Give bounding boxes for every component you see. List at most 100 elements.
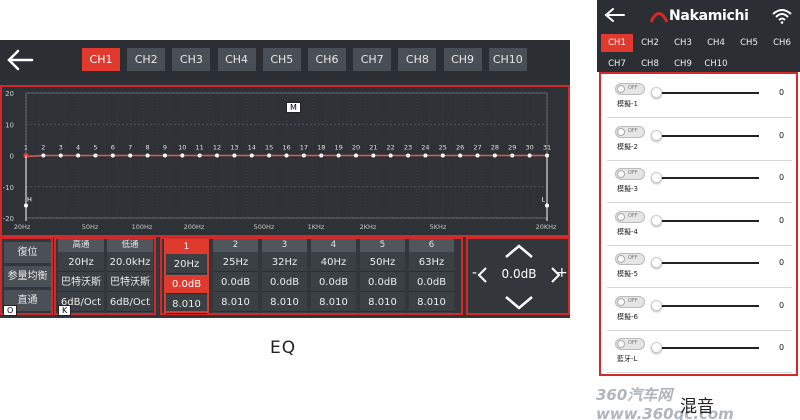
level-slider-track[interactable]: [659, 304, 759, 307]
highpass-type[interactable]: 巴特沃斯: [58, 273, 104, 292]
eq-band-5[interactable]: 5 50Hz 0.0dB 8.010: [360, 239, 405, 313]
level-slider-thumb[interactable]: [651, 257, 662, 268]
eq-band-1[interactable]: 1 20Hz 0.0dB 8.010: [164, 239, 209, 314]
band-gain[interactable]: 0.0dB: [311, 273, 356, 292]
eq-point[interactable]: [440, 153, 445, 158]
eq-point[interactable]: [353, 153, 358, 158]
eq-point[interactable]: [510, 153, 515, 158]
band-freq[interactable]: 50Hz: [360, 253, 405, 272]
mixer-tab-ch4[interactable]: CH4: [700, 34, 732, 52]
mixer-tab-ch1[interactable]: CH1: [601, 34, 633, 52]
lowpass-slope[interactable]: 6dB/Oct: [107, 293, 153, 312]
eq-tab-ch6[interactable]: CH6: [308, 48, 346, 71]
level-slider-track[interactable]: [659, 262, 759, 264]
eq-point[interactable]: [145, 153, 150, 158]
eq-point[interactable]: [371, 153, 376, 158]
param-eq-button[interactable]: 参量均衡: [4, 266, 51, 287]
back-arrow-icon[interactable]: [604, 7, 626, 23]
mixer-tab-ch6[interactable]: CH6: [766, 34, 798, 52]
eq-band-4[interactable]: 4 40Hz 0.0dB 8.010: [311, 239, 356, 313]
eq-point[interactable]: [249, 153, 254, 158]
band-gain[interactable]: 0.0dB: [166, 275, 207, 294]
eq-tab-ch10[interactable]: CH10: [488, 48, 527, 71]
eq-point[interactable]: [406, 153, 411, 158]
band-q[interactable]: 8.010: [409, 293, 454, 312]
eq-point[interactable]: [301, 153, 306, 158]
mute-toggle[interactable]: OFF: [615, 253, 645, 265]
eq-point[interactable]: [197, 153, 202, 158]
level-slider-track[interactable]: [659, 177, 759, 179]
eq-point[interactable]: [527, 153, 532, 158]
eq-graph[interactable]: 20 10 0 -10 -20 20Hz 50Hz 100Hz 200Hz 500Hz 1KHz 2K…: [0, 85, 570, 251]
mute-toggle[interactable]: OFF: [615, 83, 645, 95]
eq-point[interactable]: [215, 153, 220, 158]
band-freq[interactable]: 20Hz: [166, 255, 207, 274]
eq-point[interactable]: [492, 153, 497, 158]
band-freq[interactable]: 40Hz: [311, 253, 356, 272]
eq-point[interactable]: [475, 153, 480, 158]
level-slider-thumb[interactable]: [651, 87, 662, 98]
eq-point[interactable]: [41, 153, 46, 158]
eq-band-6[interactable]: 6 63Hz 0.0dB 8.010: [409, 239, 454, 313]
band-freq[interactable]: 63Hz: [409, 253, 454, 272]
mute-toggle[interactable]: OFF: [615, 210, 645, 223]
eq-point[interactable]: [388, 153, 393, 158]
mute-toggle[interactable]: OFF: [615, 125, 645, 138]
mixer-tab-ch7[interactable]: CH7: [601, 55, 633, 73]
level-slider-thumb[interactable]: [651, 342, 662, 353]
mixer-tab-ch3[interactable]: CH3: [667, 34, 699, 52]
highpass-marker[interactable]: [24, 203, 28, 208]
level-slider-thumb[interactable]: [651, 172, 662, 183]
back-arrow-icon[interactable]: [6, 49, 34, 71]
band-gain[interactable]: 0.0dB: [360, 273, 405, 292]
eq-point[interactable]: [58, 153, 63, 158]
eq-point[interactable]: [423, 153, 428, 158]
lowpass-type[interactable]: 巴特沃斯: [107, 273, 153, 292]
eq-tab-ch8[interactable]: CH8: [398, 48, 437, 71]
reset-button[interactable]: 復位: [4, 242, 51, 263]
band-freq[interactable]: 32Hz: [262, 253, 307, 272]
highpass-column[interactable]: 高通 20Hz 巴特沃斯 6dB/Oct: [58, 239, 104, 313]
eq-point[interactable]: [284, 153, 289, 158]
level-slider-thumb[interactable]: [651, 129, 662, 141]
band-q[interactable]: 8.010: [262, 293, 307, 312]
eq-point[interactable]: [76, 153, 81, 158]
lowpass-marker[interactable]: [545, 203, 549, 208]
eq-tab-ch4[interactable]: CH4: [217, 48, 256, 71]
mixer-tab-ch2[interactable]: CH2: [634, 34, 666, 52]
band-gain[interactable]: 0.0dB: [409, 273, 454, 292]
mixer-tab-ch8[interactable]: CH8: [634, 55, 666, 73]
level-slider-track[interactable]: [659, 92, 759, 94]
band-gain[interactable]: 0.0dB: [262, 273, 307, 292]
band-freq[interactable]: 25Hz: [213, 253, 258, 272]
eq-band-2[interactable]: 2 25Hz 0.0dB 8.010: [213, 239, 258, 313]
level-slider-track[interactable]: [659, 347, 759, 349]
mute-toggle[interactable]: OFF: [615, 168, 645, 180]
eq-tab-ch1[interactable]: CH1: [82, 48, 120, 71]
eq-point[interactable]: [180, 153, 185, 158]
eq-band-3[interactable]: 3 32Hz 0.0dB 8.010: [262, 239, 307, 313]
band-q[interactable]: 8.010: [213, 293, 258, 312]
lowpass-column[interactable]: 低通 20.0kHz 巴特沃斯 6dB/Oct: [107, 239, 153, 313]
down-chevron-icon[interactable]: [504, 295, 534, 311]
highpass-freq[interactable]: 20Hz: [58, 253, 104, 272]
eq-point[interactable]: [458, 153, 463, 158]
eq-tab-ch9[interactable]: CH9: [443, 48, 482, 71]
eq-point[interactable]: [162, 153, 167, 158]
eq-point[interactable]: [110, 153, 115, 158]
band-q[interactable]: 8.010: [360, 293, 405, 312]
mute-toggle[interactable]: OFF: [615, 338, 645, 350]
eq-tab-ch3[interactable]: CH3: [172, 48, 211, 71]
mute-toggle[interactable]: OFF: [615, 295, 645, 308]
eq-point[interactable]: [128, 153, 133, 158]
mixer-tab-ch5[interactable]: CH5: [733, 34, 765, 52]
eq-point[interactable]: [232, 153, 237, 158]
mixer-tab-ch10[interactable]: CH10: [700, 55, 732, 73]
eq-point[interactable]: [267, 153, 272, 158]
level-slider-track[interactable]: [659, 219, 759, 222]
increase-button[interactable]: +: [556, 265, 568, 281]
level-slider-thumb[interactable]: [651, 214, 662, 226]
level-slider-thumb[interactable]: [651, 299, 662, 311]
level-slider-track[interactable]: [659, 134, 759, 137]
band-q[interactable]: 8.010: [311, 293, 356, 312]
